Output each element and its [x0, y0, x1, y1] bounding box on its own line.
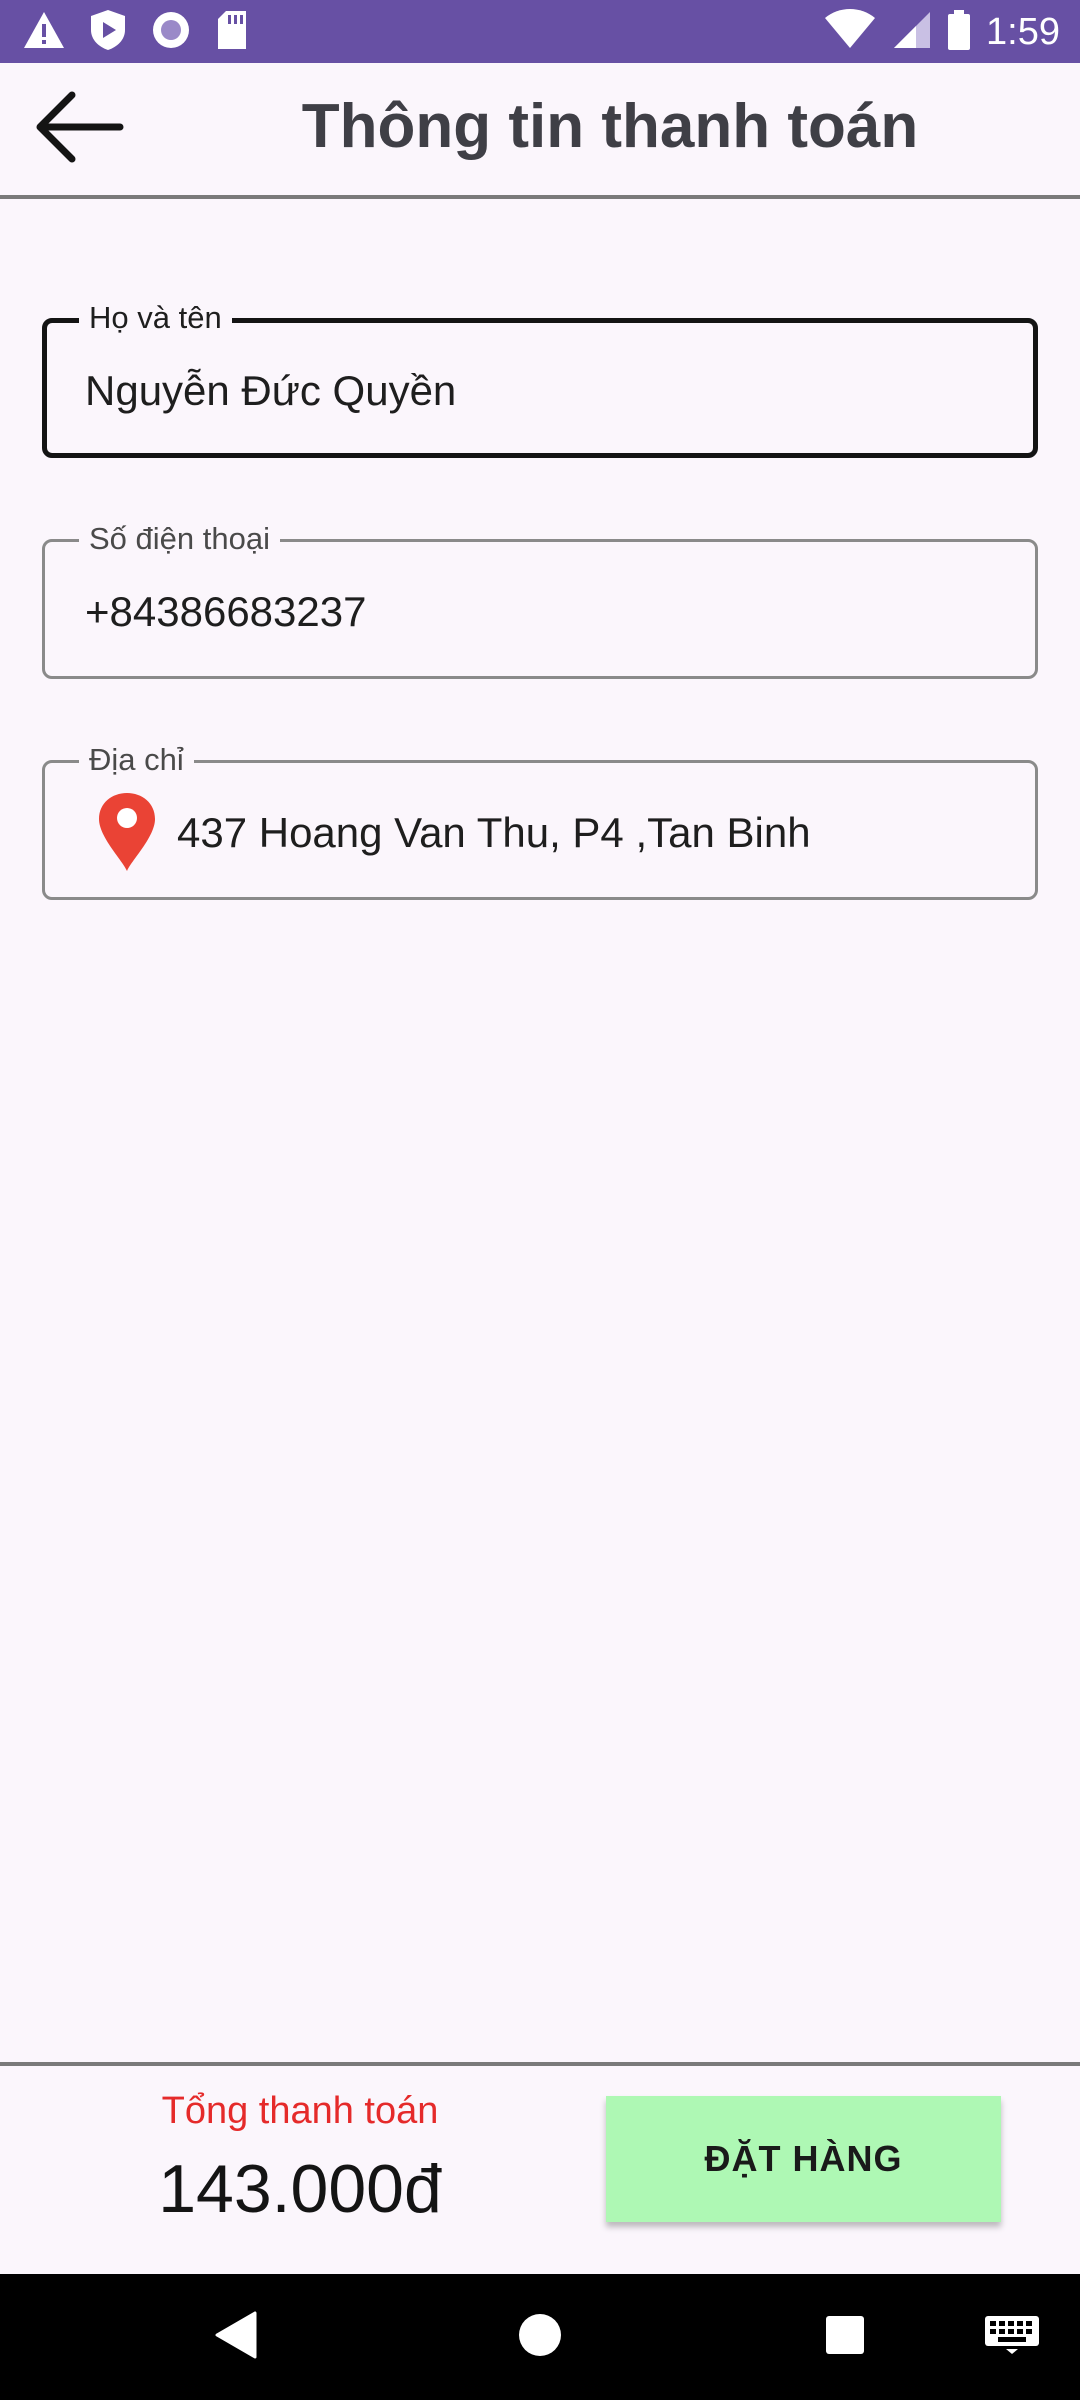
total-amount: 143.000đ: [158, 2151, 442, 2227]
phone-field-value[interactable]: +84386683237: [85, 586, 366, 638]
wifi-icon: [824, 8, 876, 57]
back-button[interactable]: [28, 87, 128, 171]
sd-card-icon: [214, 8, 250, 57]
address-field-label: Địa chỉ: [79, 741, 194, 779]
warning-icon: [22, 8, 66, 57]
home-circle-icon: [517, 2312, 563, 2363]
battery-icon: [946, 8, 972, 57]
place-order-button[interactable]: ĐẶT HÀNG: [606, 2096, 1001, 2222]
phone-field[interactable]: Số điện thoại +84386683237: [42, 520, 1038, 679]
recents-square-icon: [824, 2314, 866, 2361]
status-bar: 1:59: [0, 0, 1080, 63]
name-field[interactable]: Họ và tên Nguyễn Đức Quyền: [42, 299, 1038, 458]
system-nav-bar: [0, 2274, 1080, 2400]
keyboard-icon: [984, 2315, 1040, 2360]
address-field[interactable]: Địa chỉ 437 Hoang Van Thu, P4 ,Tan Binh: [42, 741, 1038, 900]
name-field-value[interactable]: Nguyễn Đức Quyền: [85, 365, 456, 417]
total-label: Tổng thanh toán: [161, 2090, 439, 2132]
arrow-left-icon: [32, 89, 124, 170]
page-title: Thông tin thanh toán: [301, 92, 919, 161]
nav-back-button[interactable]: [201, 2304, 271, 2370]
name-field-label: Họ và tên: [79, 299, 232, 337]
address-field-value[interactable]: 437 Hoang Van Thu, P4 ,Tan Binh: [177, 807, 811, 859]
app-bar: Thông tin thanh toán: [0, 63, 1080, 199]
cell-signal-icon: [890, 8, 932, 57]
nav-keyboard-button[interactable]: [967, 2304, 1057, 2370]
back-triangle-icon: [213, 2310, 259, 2365]
record-icon: [150, 9, 192, 56]
shield-play-icon: [88, 8, 128, 57]
checkout-screen: 1:59 Thông tin thanh toán Họ và tên Nguy…: [0, 0, 1080, 2400]
status-time: 1:59: [986, 11, 1060, 53]
map-pin-icon: [97, 791, 157, 873]
nav-home-button[interactable]: [505, 2304, 575, 2370]
checkout-bar: Tổng thanh toán 143.000đ ĐẶT HÀNG: [0, 2062, 1080, 2278]
phone-field-label: Số điện thoại: [79, 520, 280, 558]
nav-recents-button[interactable]: [810, 2304, 880, 2370]
